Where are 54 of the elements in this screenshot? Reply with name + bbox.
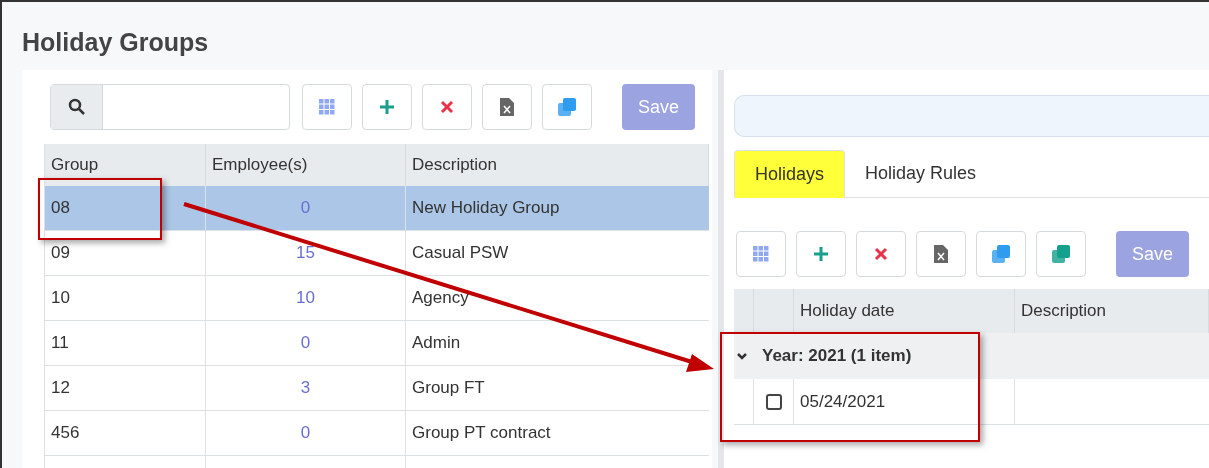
table-row[interactable]: 10 10 Agency bbox=[45, 276, 709, 321]
copy-button[interactable] bbox=[976, 231, 1026, 277]
table-cell-text: 456 bbox=[51, 422, 80, 445]
copy-icon bbox=[557, 97, 577, 117]
table-row[interactable]: 11 0 Admin bbox=[45, 321, 709, 366]
table-row[interactable]: 12 3 Group FT bbox=[45, 366, 709, 411]
search-field[interactable] bbox=[50, 84, 290, 130]
export-button[interactable] bbox=[482, 84, 532, 130]
table-cell-text: 11 bbox=[51, 332, 69, 355]
table-cell-text: Casual PSW bbox=[412, 242, 509, 265]
columns-button[interactable] bbox=[736, 231, 786, 277]
close-icon bbox=[440, 100, 454, 114]
table-cell-text: 15 bbox=[296, 242, 315, 265]
plus-icon bbox=[378, 98, 396, 116]
table-row[interactable]: 08 0 New Holiday Group bbox=[45, 186, 709, 231]
close-icon bbox=[874, 247, 888, 261]
table-cell-text: 3 bbox=[300, 377, 311, 400]
table-cell-text: 08 bbox=[51, 197, 70, 220]
columns-button[interactable] bbox=[302, 84, 352, 130]
delete-button[interactable] bbox=[856, 231, 906, 277]
spreadsheet-file-icon bbox=[500, 98, 514, 116]
copy-icon bbox=[991, 244, 1011, 264]
add-button[interactable] bbox=[796, 231, 846, 277]
table-cell-text: 12 bbox=[51, 377, 70, 400]
spreadsheet-file-icon bbox=[934, 245, 948, 263]
chevron-icon[interactable] bbox=[736, 351, 748, 361]
copy-button[interactable] bbox=[1036, 231, 1086, 277]
add-button[interactable] bbox=[362, 84, 412, 130]
export-button[interactable] bbox=[916, 231, 966, 277]
row-checkbox[interactable] bbox=[765, 393, 782, 410]
table-cell-text: 10 bbox=[296, 287, 315, 310]
delete-button[interactable] bbox=[422, 84, 472, 130]
table-cell-text: 0 bbox=[300, 197, 311, 220]
grid-icon bbox=[319, 99, 335, 115]
table-cell-text: 0 bbox=[300, 332, 311, 355]
search-icon bbox=[67, 98, 86, 116]
table-cell-text: 10 bbox=[51, 287, 70, 310]
table-row[interactable]: 456 0 Group PT contract bbox=[45, 411, 709, 456]
copy-button[interactable] bbox=[542, 84, 592, 130]
plus-icon bbox=[812, 245, 830, 263]
page-title: Holiday Groups bbox=[21, 27, 210, 58]
grid-icon bbox=[753, 246, 769, 262]
table-cell-text: 09 bbox=[51, 242, 70, 265]
table-cell-text: Group PT contract bbox=[412, 422, 551, 445]
table-cell-text: Admin bbox=[412, 332, 461, 355]
copy-icon bbox=[1051, 244, 1071, 264]
table-cell-text: 0 bbox=[300, 422, 311, 445]
tab[interactable]: Holidays bbox=[734, 150, 846, 198]
table-row[interactable]: 09 15 Casual PSW bbox=[45, 231, 709, 276]
table-cell-text: New Holiday Group bbox=[412, 197, 560, 220]
table-cell-text: Agency bbox=[412, 287, 469, 310]
group-row-label: Year: 2021 (1 item) bbox=[762, 345, 912, 368]
table-cell-text: Group FT bbox=[412, 377, 485, 400]
table-cell-text: 05/24/2021 bbox=[800, 390, 886, 413]
